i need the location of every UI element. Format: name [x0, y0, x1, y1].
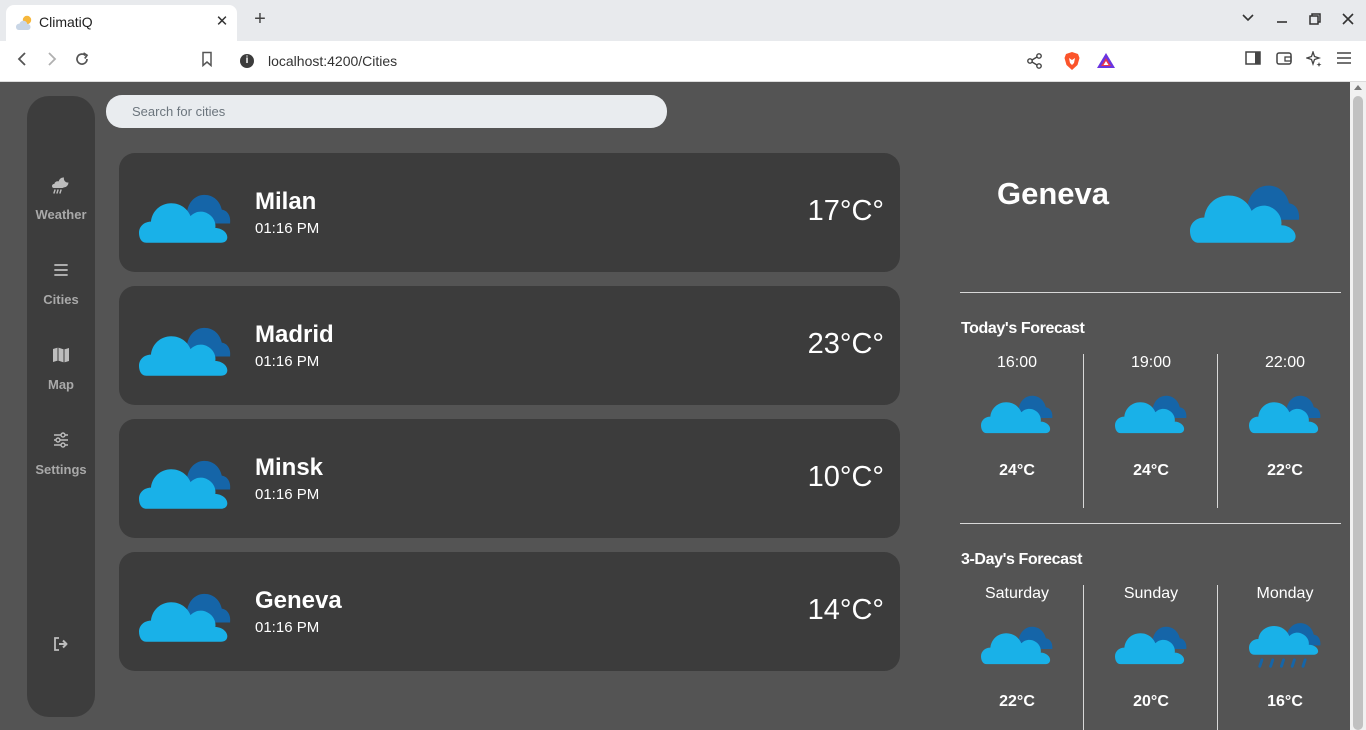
city-temp: 17°C° [807, 195, 884, 227]
browser-toolbar: i localhost:4200/Cities [0, 41, 1366, 82]
forecast-day-label: Monday [1256, 585, 1314, 602]
city-card-milan[interactable]: Milan 01:16 PM 17°C° [119, 153, 900, 272]
sun-cloud-icon [16, 15, 32, 30]
forecast-day-2: Sunday 20°C [1084, 585, 1218, 730]
cloud-icon [139, 189, 231, 245]
url-text[interactable]: localhost:4200/Cities [268, 53, 397, 69]
address-bar[interactable]: i localhost:4200/Cities [230, 46, 1136, 77]
sidebar-item-map[interactable]: Map [27, 345, 95, 392]
divider [960, 292, 1341, 293]
share-icon[interactable] [1026, 52, 1044, 70]
forecast-hour-1: 16:00 24°C [950, 354, 1084, 504]
maximize-button[interactable] [1305, 10, 1325, 30]
city-card-madrid[interactable]: Madrid 01:16 PM 23°C° [119, 286, 900, 405]
city-time: 01:16 PM [255, 220, 320, 237]
bookmark-icon[interactable] [196, 50, 218, 72]
city-time: 01:16 PM [255, 619, 320, 636]
rewards-icon[interactable] [1096, 51, 1116, 71]
tab-title: ClimatiQ [39, 14, 93, 30]
logout-button[interactable] [27, 634, 95, 654]
city-temp: 23°C° [807, 328, 884, 360]
site-info-icon[interactable]: i [240, 54, 254, 68]
cloud-icon [981, 391, 1053, 435]
city-time: 01:16 PM [255, 486, 320, 503]
scroll-up-arrow-icon[interactable] [1354, 85, 1362, 90]
cloud-icon [1115, 391, 1187, 435]
city-name: Geneva [255, 587, 342, 614]
sidebar-item-settings[interactable]: Settings [27, 430, 95, 477]
sidebar-item-cities[interactable]: Cities [27, 260, 95, 307]
close-window-button[interactable] [1338, 10, 1358, 30]
detail-city-name: Geneva [997, 176, 1110, 211]
scrollbar[interactable] [1350, 82, 1366, 730]
forecast-hour-temp: 24°C [999, 462, 1035, 479]
cloud-icon [139, 455, 231, 511]
cloud-icon [1249, 391, 1321, 435]
three-day-forecast-title: 3-Day's Forecast [961, 551, 1083, 568]
forecast-hour-3: 22:00 22°C [1218, 354, 1352, 504]
cloud-rain-icon [52, 177, 69, 194]
forecast-day-temp: 16°C [1267, 693, 1303, 710]
forecast-hour-temp: 24°C [1133, 462, 1169, 479]
tab-close-icon[interactable]: ✕ [213, 13, 231, 31]
forecast-day-temp: 22°C [999, 693, 1035, 710]
cloud-icon [139, 588, 231, 644]
city-card-minsk[interactable]: Minsk 01:16 PM 10°C° [119, 419, 900, 538]
forecast-hour-label: 16:00 [996, 354, 1038, 371]
menu-icon[interactable] [1334, 51, 1354, 71]
leo-ai-icon[interactable] [1304, 49, 1324, 71]
forecast-day-label: Saturday [984, 585, 1050, 602]
today-forecast-title: Today's Forecast [961, 320, 1085, 337]
back-button[interactable] [11, 50, 33, 72]
city-search-input[interactable] [106, 95, 667, 128]
forecast-day-1: Saturday 22°C [950, 585, 1084, 730]
cloud-rain-icon [1249, 618, 1321, 670]
cloud-icon [1115, 622, 1187, 666]
sidebar-item-weather[interactable]: Weather [27, 175, 95, 222]
sidebar: Weather Cities Map Settings [27, 96, 95, 717]
brave-shields-icon[interactable] [1062, 51, 1082, 71]
city-time: 01:16 PM [255, 353, 320, 370]
logout-icon [54, 637, 68, 651]
reload-button[interactable] [71, 50, 93, 72]
forecast-hour-2: 19:00 24°C [1084, 354, 1218, 504]
scrollbar-thumb[interactable] [1353, 96, 1363, 730]
tab-search-chevron-icon[interactable] [1238, 10, 1258, 30]
sidebar-label-map: Map [48, 377, 74, 392]
city-temp: 14°C° [807, 594, 884, 626]
city-name: Minsk [255, 454, 324, 481]
city-name: Madrid [255, 321, 334, 348]
forecast-hour-temp: 22°C [1267, 462, 1303, 479]
browser-tab[interactable]: ClimatiQ ✕ [6, 5, 237, 41]
city-temp: 10°C° [807, 461, 884, 493]
sliders-icon [54, 432, 68, 448]
city-card-geneva[interactable]: Geneva 01:16 PM 14°C° [119, 552, 900, 671]
divider [960, 523, 1341, 524]
sidebar-toggle-icon[interactable] [1243, 51, 1263, 71]
app-main: Weather Cities Map Settings Search for c… [0, 82, 1350, 730]
forecast-day-label: Sunday [1123, 585, 1179, 602]
sidebar-label-settings: Settings [35, 462, 87, 477]
sidebar-label-cities: Cities [43, 292, 79, 307]
cloud-icon [1190, 179, 1300, 245]
forecast-hour-label: 22:00 [1264, 354, 1306, 371]
forecast-day-3: Monday 16°C [1218, 585, 1352, 730]
city-name: Milan [255, 188, 317, 215]
forecast-hour-label: 19:00 [1130, 354, 1172, 371]
cloud-icon [139, 322, 231, 378]
list-icon [54, 264, 68, 276]
map-icon [53, 347, 69, 363]
new-tab-button[interactable]: + [250, 8, 270, 30]
browser-tabbar: ClimatiQ ✕ + [0, 0, 1366, 41]
forecast-day-temp: 20°C [1133, 693, 1169, 710]
wallet-icon[interactable] [1274, 51, 1294, 71]
sidebar-label-weather: Weather [35, 207, 87, 222]
cloud-icon [981, 622, 1053, 666]
minimize-button[interactable] [1272, 10, 1292, 30]
forward-button[interactable] [41, 50, 63, 72]
